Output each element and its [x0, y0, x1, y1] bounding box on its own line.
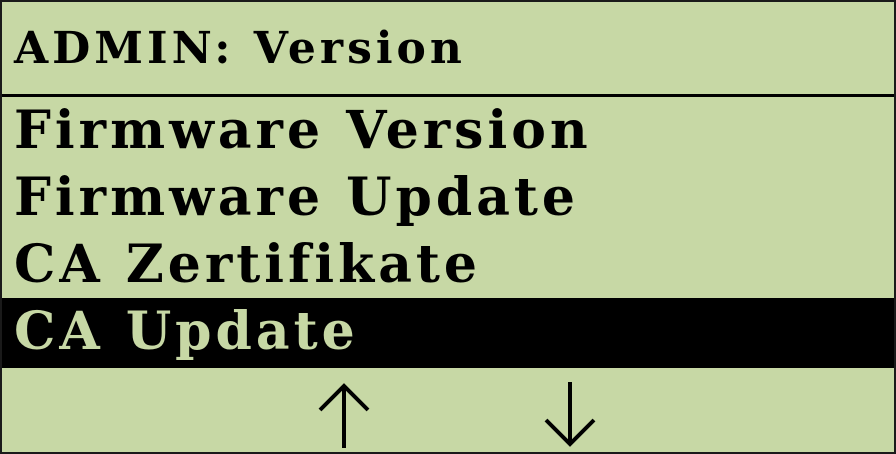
menu-item-ca-update[interactable]: CA Update	[2, 298, 894, 365]
nav-bar	[2, 368, 894, 452]
menu-item-firmware-version[interactable]: Firmware Version	[2, 97, 894, 164]
page-title: ADMIN: Version	[14, 23, 466, 74]
menu-list: Firmware Version Firmware Update CA Zert…	[2, 97, 894, 365]
menu-item-ca-zertifikate[interactable]: CA Zertifikate	[2, 231, 894, 298]
header: ADMIN: Version	[2, 2, 894, 94]
lcd-screen: ADMIN: Version Firmware Version Firmware…	[0, 0, 896, 454]
arrow-up-icon[interactable]	[314, 380, 374, 450]
menu-item-firmware-update[interactable]: Firmware Update	[2, 164, 894, 231]
arrow-down-icon[interactable]	[540, 380, 600, 450]
